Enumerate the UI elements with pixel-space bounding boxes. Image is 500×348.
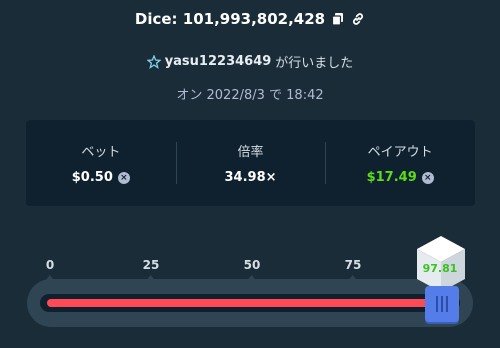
stat-bet: ベット $0.50 × [26, 120, 176, 206]
slider-under-bar [47, 299, 443, 307]
handle-grip-line [446, 296, 449, 312]
stat-payout-label: ペイアウト [367, 145, 433, 160]
copy-icon[interactable] [331, 12, 345, 26]
handle-grip-line [441, 296, 444, 312]
slider-tick-0: 0 [45, 258, 55, 280]
coin-icon: × [117, 171, 130, 184]
slider-handle[interactable] [425, 286, 460, 322]
slider-tick-50: 50 [243, 258, 261, 280]
stat-payout-value-row: $17.49 × [367, 170, 434, 185]
stat-payout: ペイアウト $17.49 × [325, 120, 475, 206]
vip-star-icon [146, 54, 161, 69]
stat-bet-value: $0.50 [71, 170, 113, 185]
stat-multiplier-value: 34.98× [224, 170, 277, 185]
stat-multiplier: 倍率 34.98× [175, 120, 326, 206]
dice-result-value: 97.81 [422, 262, 458, 275]
handle-grip-line [436, 296, 439, 312]
coin-icon: × [421, 171, 434, 184]
placed-by-row: yasu12234649 が行いました [0, 52, 500, 71]
stat-bet-label: ベット [81, 145, 121, 160]
stat-payout-value: $17.49 [366, 170, 417, 185]
stat-multiplier-label: 倍率 [237, 145, 264, 160]
username-link[interactable]: yasu12234649 [165, 54, 272, 69]
bet-stats-panel: ベット $0.50 × 倍率 34.98× ペイアウト $17.49 × [26, 120, 475, 206]
slider-tick-25: 25 [142, 258, 160, 280]
stat-multiplier-value-row: 34.98× [225, 170, 277, 185]
bet-title: Dice: 101,993,802,428 [134, 10, 326, 28]
link-icon[interactable] [351, 12, 365, 26]
stat-bet-value-row: $0.50 × [72, 170, 130, 185]
slider-tick-75: 75 [344, 258, 362, 280]
bet-title-row: Dice: 101,993,802,428 [0, 10, 500, 28]
placed-by-suffix: が行いました [275, 56, 354, 71]
bet-date: オン 2022/8/3 で 18:42 [176, 88, 324, 103]
